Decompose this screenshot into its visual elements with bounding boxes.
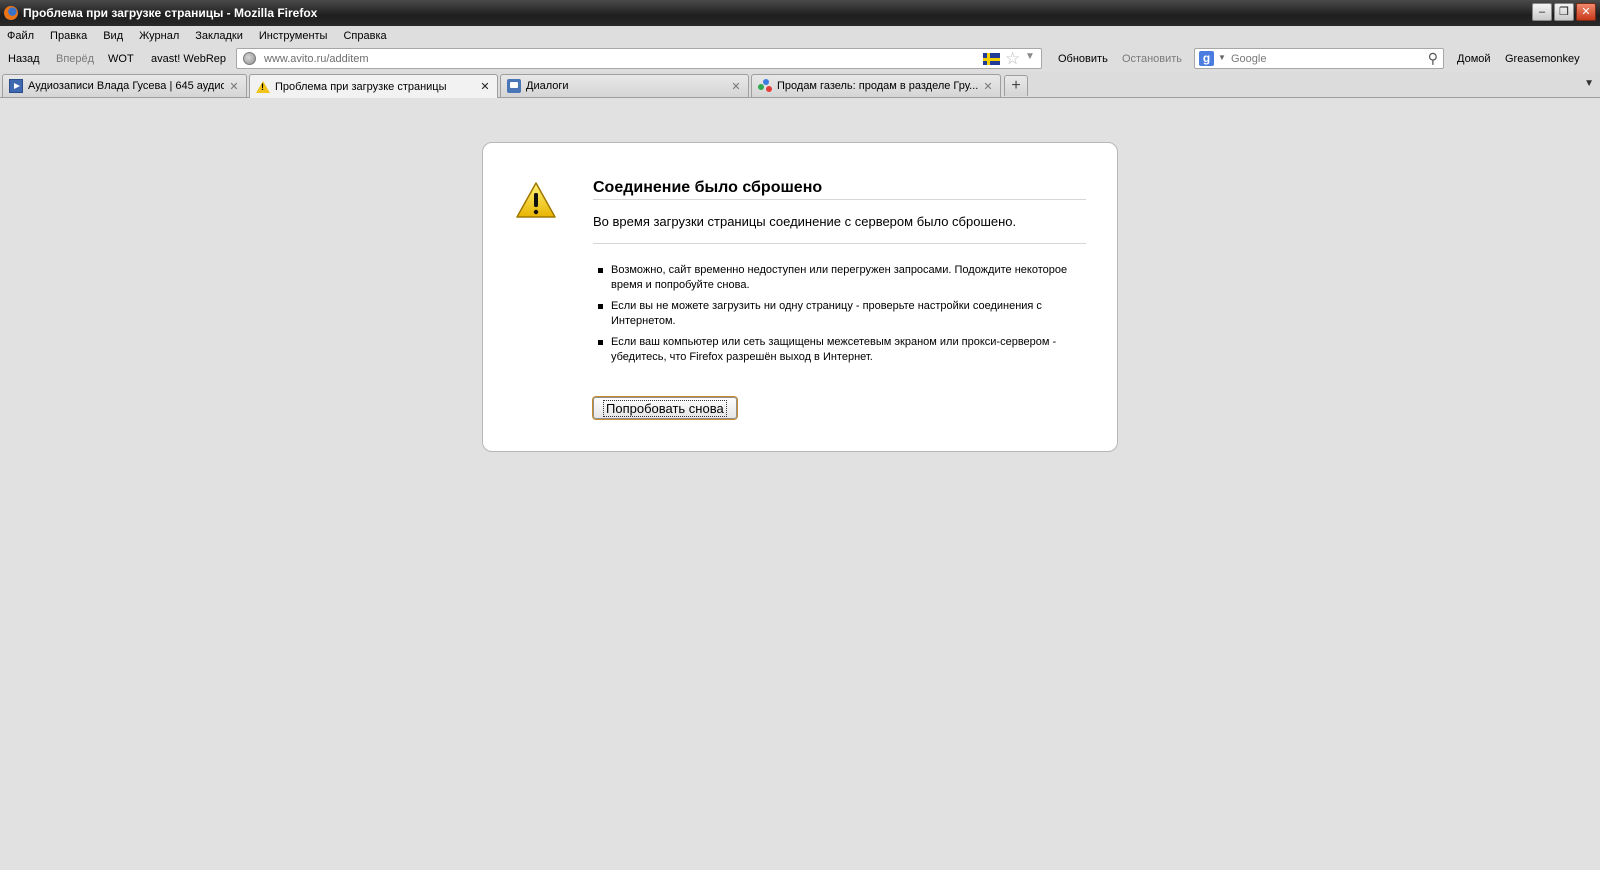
list-item: Если вы не можете загрузить ни одну стра… bbox=[593, 299, 1086, 329]
home-button[interactable]: Домой bbox=[1457, 53, 1491, 65]
list-item: Если ваш компьютер или сеть защищены меж… bbox=[593, 335, 1086, 365]
back-button[interactable]: Назад bbox=[8, 53, 40, 65]
tab-title: Проблема при загрузке страницы bbox=[275, 80, 447, 93]
tab-dialogs[interactable]: Диалоги ✕ bbox=[500, 74, 749, 97]
reload-button[interactable]: Обновить bbox=[1058, 53, 1108, 65]
webrep-button[interactable]: avast! WebRep bbox=[151, 53, 226, 65]
tab-audio[interactable]: Аудиозаписи Влада Гусева | 645 аудио... … bbox=[2, 74, 247, 97]
warning-icon bbox=[516, 182, 556, 218]
site-identity-icon[interactable] bbox=[243, 52, 256, 65]
avito-icon bbox=[758, 79, 772, 93]
firefox-logo-icon bbox=[4, 6, 18, 20]
tab-close-icon[interactable]: ✕ bbox=[730, 80, 742, 93]
chat-icon bbox=[507, 79, 521, 93]
search-input[interactable]: Google bbox=[1231, 53, 1266, 65]
url-bar[interactable]: www.avito.ru/additem ☆ ▼ bbox=[236, 48, 1042, 69]
menu-tools[interactable]: Инструменты bbox=[252, 30, 337, 42]
menu-file[interactable]: Файл bbox=[0, 30, 43, 42]
window-titlebar: Проблема при загрузке страницы - Mozilla… bbox=[0, 0, 1600, 26]
menu-history[interactable]: Журнал bbox=[132, 30, 188, 42]
list-item: Возможно, сайт временно недоступен или п… bbox=[593, 263, 1086, 293]
tab-title: Аудиозаписи Влада Гусева | 645 аудио... bbox=[28, 80, 224, 92]
tab-close-icon[interactable]: ✕ bbox=[479, 80, 491, 93]
error-title: Соединение было сброшено bbox=[593, 179, 1086, 200]
tab-bar: Аудиозаписи Влада Гусева | 645 аудио... … bbox=[0, 72, 1600, 98]
greasemonkey-button[interactable]: Greasemonkey bbox=[1505, 53, 1580, 65]
retry-button-label: Попробовать снова bbox=[603, 399, 727, 417]
minimize-button[interactable]: ‒ bbox=[1532, 3, 1552, 21]
error-description: Во время загрузки страницы соединение с … bbox=[593, 214, 1086, 244]
stop-button[interactable]: Остановить bbox=[1122, 53, 1182, 65]
warning-icon bbox=[256, 80, 270, 94]
audio-icon bbox=[9, 79, 23, 93]
retry-button[interactable]: Попробовать снова bbox=[593, 397, 737, 419]
tab-list-icon[interactable]: ▼ bbox=[1584, 78, 1594, 89]
search-bar[interactable]: g ▼ Google ⚲ bbox=[1194, 48, 1444, 69]
window-title: Проблема при загрузке страницы - Mozilla… bbox=[23, 6, 318, 20]
menu-bookmarks[interactable]: Закладки bbox=[188, 30, 252, 42]
maximize-button[interactable]: ❐ bbox=[1554, 3, 1574, 21]
forward-button[interactable]: Вперёд bbox=[56, 53, 94, 65]
tab-close-icon[interactable]: ✕ bbox=[228, 80, 240, 93]
error-panel: Соединение было сброшено Во время загруз… bbox=[482, 142, 1118, 452]
new-tab-button[interactable]: + bbox=[1004, 75, 1028, 96]
window-controls: ‒ ❐ ✕ bbox=[1532, 3, 1596, 21]
navigation-toolbar: Назад Вперёд WOT avast! WebRep www.avito… bbox=[0, 46, 1600, 72]
language-flag-icon[interactable] bbox=[983, 53, 1000, 65]
error-suggestions: Возможно, сайт временно недоступен или п… bbox=[593, 263, 1086, 371]
close-window-button[interactable]: ✕ bbox=[1576, 3, 1596, 21]
google-engine-icon[interactable]: g bbox=[1199, 51, 1214, 66]
tab-close-icon[interactable]: ✕ bbox=[982, 80, 994, 93]
bookmark-star-icon[interactable]: ☆ bbox=[1005, 49, 1020, 69]
tab-title: Диалоги bbox=[526, 80, 569, 92]
tab-title: Продам газель: продам в разделе Гру... bbox=[777, 80, 978, 92]
url-dropdown-icon[interactable]: ▼ bbox=[1025, 51, 1035, 62]
url-text[interactable]: www.avito.ru/additem bbox=[264, 53, 369, 65]
menu-bar: Файл Правка Вид Журнал Закладки Инструме… bbox=[0, 26, 1600, 46]
tab-avito[interactable]: Продам газель: продам в разделе Гру... ✕ bbox=[751, 74, 1001, 97]
tab-error[interactable]: Проблема при загрузке страницы ✕ bbox=[249, 74, 498, 98]
menu-view[interactable]: Вид bbox=[96, 30, 132, 42]
search-icon[interactable]: ⚲ bbox=[1428, 50, 1438, 67]
menu-help[interactable]: Справка bbox=[336, 30, 395, 42]
engine-dropdown-icon[interactable]: ▼ bbox=[1218, 53, 1226, 62]
wot-button[interactable]: WOT bbox=[108, 53, 134, 65]
menu-edit[interactable]: Правка bbox=[43, 30, 96, 42]
